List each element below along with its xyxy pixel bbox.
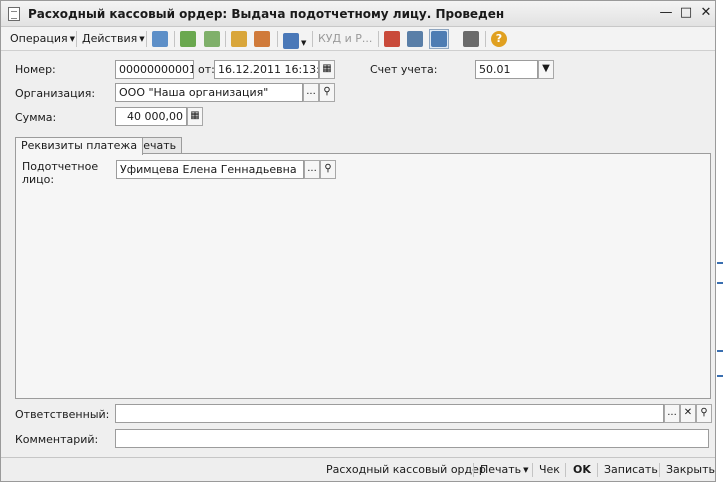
save-button[interactable]: Записать <box>604 463 658 476</box>
date-label: от: <box>198 63 215 76</box>
print-menu[interactable]: Печать ▼ <box>480 463 529 476</box>
select-ellipsis-button[interactable]: ... <box>664 404 680 423</box>
check-button[interactable]: Чек <box>539 463 560 476</box>
go-to-icon <box>283 33 299 49</box>
organization-label: Организация: <box>15 87 96 100</box>
background-mark <box>717 282 723 284</box>
select-ellipsis-button[interactable]: ... <box>303 83 319 102</box>
number-field[interactable]: 00000000001 <box>115 60 194 79</box>
operation-menu-label: Операция <box>10 32 68 45</box>
sum-label: Сумма: <box>15 111 57 124</box>
toolbar-separator <box>312 31 313 47</box>
operation-menu[interactable]: Операция ▼ <box>10 30 75 48</box>
toolbar-separator <box>378 31 379 47</box>
chevron-down-icon: ▼ <box>69 35 75 43</box>
toolbar-separator <box>76 31 77 47</box>
toolbar-separator <box>174 31 175 47</box>
accountable-person-field[interactable]: Уфимцева Елена Геннадьевна <box>116 160 304 179</box>
search-icon[interactable]: ⚲ <box>696 404 712 423</box>
calendar-icon[interactable]: ▦ <box>319 60 335 79</box>
chevron-down-icon[interactable]: ▼ <box>538 60 554 79</box>
toolbar-separator <box>225 31 226 47</box>
journal-icon[interactable] <box>407 31 423 47</box>
comment-field[interactable] <box>115 429 709 448</box>
accountable-person-label-line1: Подотчетное <box>22 160 99 173</box>
actions-menu-label: Действия <box>82 32 138 45</box>
chevron-down-icon: ▼ <box>301 39 307 47</box>
search-icon[interactable]: ⚲ <box>319 83 335 102</box>
account-select[interactable]: 50.01 <box>475 60 538 79</box>
structure-icon <box>431 31 447 47</box>
toolbar-separator <box>485 31 486 47</box>
post-document-icon[interactable] <box>152 31 168 47</box>
help-icon[interactable]: ? <box>491 31 507 47</box>
close-button[interactable]: Закрыть <box>666 463 715 476</box>
background-mark <box>717 350 723 352</box>
comment-label: Комментарий: <box>15 433 99 446</box>
document-window: Расходный кассовый ордер: Выдача подотче… <box>0 0 716 482</box>
toolbar-separator <box>146 31 147 47</box>
print-menu-label: Печать <box>480 463 522 476</box>
select-ellipsis-button[interactable]: ... <box>304 160 320 179</box>
document-icon <box>8 7 20 21</box>
tabs-area: Реквизиты платежа Печать Подотчетное лиц… <box>15 137 711 399</box>
bottom-command-bar: Расходный кассовый ордер Печать ▼ Чек OK … <box>1 457 715 481</box>
toolbar-separator <box>473 463 474 477</box>
date-field[interactable]: 16.12.2011 16:13:43 <box>214 60 319 79</box>
chevron-down-icon: ▼ <box>139 35 145 43</box>
clear-icon[interactable]: ✕ <box>680 404 696 423</box>
close-window-button[interactable]: ✕ <box>698 5 714 21</box>
tab-payment-details[interactable]: Реквизиты платежа <box>15 137 144 155</box>
number-label: Номер: <box>15 63 56 76</box>
search-icon[interactable]: ⚲ <box>320 160 336 179</box>
debit-credit-icon[interactable] <box>384 31 400 47</box>
command-toolbar: Операция ▼ Действия ▼ ▼ КУД и Р... ? <box>1 27 715 51</box>
sum-field[interactable]: 40 000,00 <box>115 107 187 126</box>
minimize-button[interactable]: — <box>658 5 674 21</box>
toolbar-separator <box>597 463 598 477</box>
toolbar-separator <box>659 463 660 477</box>
ok-button[interactable]: OK <box>573 463 591 476</box>
actions-menu[interactable]: Действия ▼ <box>82 30 145 48</box>
payment-details-panel: Подотчетное лицо: Уфимцева Елена Геннадь… <box>15 153 711 399</box>
based-on-icon[interactable] <box>231 31 247 47</box>
responsible-label: Ответственный: <box>15 408 110 421</box>
cash-order-print-button[interactable]: Расходный кассовый ордер <box>326 463 486 476</box>
go-to-menu[interactable]: ▼ <box>283 30 307 49</box>
account-label: Счет учета: <box>370 63 438 76</box>
structure-toggle[interactable] <box>429 29 449 49</box>
toolbar-separator <box>277 31 278 47</box>
toolbar-separator <box>565 463 566 477</box>
copy-document-icon[interactable] <box>204 31 220 47</box>
accountable-person-label-line2: лицо: <box>22 173 55 186</box>
background-mark <box>717 262 723 264</box>
kud-button[interactable]: КУД и Р... <box>318 30 372 48</box>
refresh-icon[interactable] <box>180 31 196 47</box>
chevron-down-icon: ▼ <box>523 466 529 474</box>
print-icon[interactable] <box>254 31 270 47</box>
maximize-button[interactable]: □ <box>678 5 694 21</box>
responsible-field[interactable] <box>115 404 664 423</box>
organization-field[interactable]: ООО "Наша организация" <box>115 83 303 102</box>
table-view-icon[interactable] <box>463 31 479 47</box>
title-bar: Расходный кассовый ордер: Выдача подотче… <box>1 1 715 27</box>
window-title: Расходный кассовый ордер: Выдача подотче… <box>28 7 505 21</box>
background-mark <box>717 375 723 377</box>
calculator-icon[interactable]: ▦ <box>187 107 203 126</box>
toolbar-separator <box>532 463 533 477</box>
